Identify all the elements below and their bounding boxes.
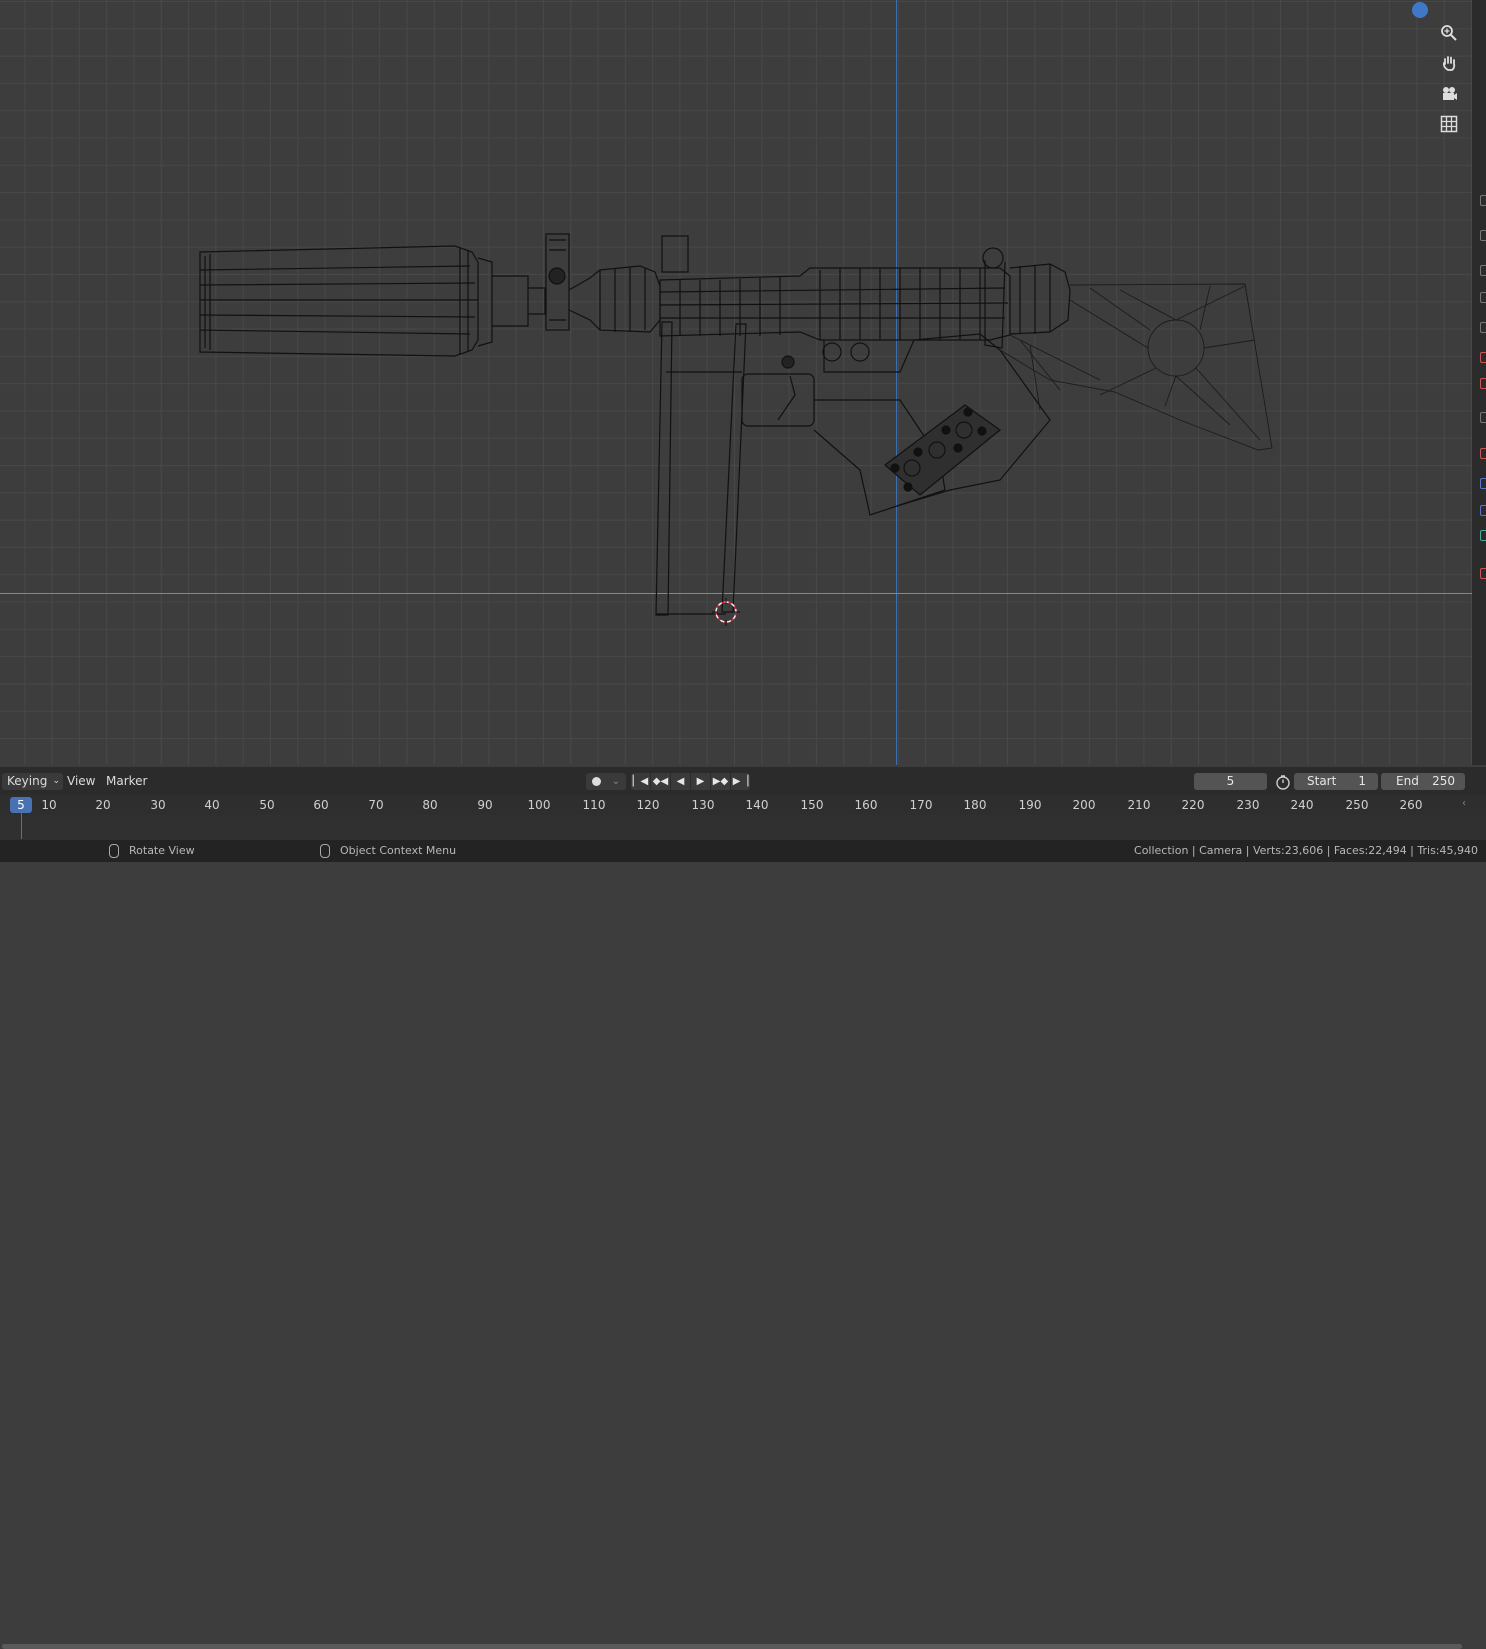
tick-label: 260	[1399, 798, 1423, 812]
marker-menu[interactable]: Marker	[101, 773, 152, 790]
tick-label: 160	[854, 798, 878, 812]
end-value: 250	[1432, 774, 1455, 788]
sidebar-tab[interactable]	[1480, 352, 1486, 363]
tick-label: 50	[259, 798, 275, 812]
sidebar-tab[interactable]	[1480, 230, 1486, 241]
end-label: End	[1396, 774, 1419, 788]
sidebar-tab[interactable]	[1480, 530, 1486, 541]
end-frame-field[interactable]: End 250	[1381, 773, 1465, 790]
context-menu-hint: Object Context Menu	[340, 844, 457, 857]
sidebar-tab[interactable]	[1480, 505, 1486, 516]
sidebar-tab[interactable]	[1480, 322, 1486, 333]
camera-icon[interactable]	[1437, 82, 1461, 106]
tick-label: 170	[909, 798, 933, 812]
tick-label: 120	[636, 798, 660, 812]
navigation-gizmo[interactable]	[1412, 2, 1428, 18]
tick-label: 200	[1072, 798, 1096, 812]
status-bar: Rotate View Object Context Menu Collecti…	[0, 840, 1486, 862]
status-hint-middle: Object Context Menu	[320, 844, 456, 858]
sidebar-tab[interactable]	[1480, 292, 1486, 303]
tick-label: 30	[150, 798, 166, 812]
tick-label: 230	[1236, 798, 1260, 812]
3d-viewport[interactable]	[0, 0, 1472, 765]
status-hint-left: Rotate View	[109, 844, 195, 858]
grid-icon[interactable]	[1437, 112, 1461, 136]
mouse-left-icon	[109, 844, 119, 858]
tick-label: 40	[204, 798, 220, 812]
tick-label: 210	[1127, 798, 1151, 812]
chevron-down-icon: ⌄	[52, 776, 60, 786]
tick-label: 180	[963, 798, 987, 812]
sidebar-tab[interactable]	[1480, 448, 1486, 459]
playhead-line[interactable]	[21, 813, 22, 839]
keyframe-track-area[interactable]	[0, 815, 1486, 1649]
next-keyframe-icon[interactable]: ▶◆	[711, 773, 730, 790]
tick-label: 190	[1018, 798, 1042, 812]
sidebar-tab[interactable]	[1480, 378, 1486, 389]
zoom-icon[interactable]	[1437, 21, 1461, 45]
keying-label: Keying	[7, 774, 48, 788]
tick-label: 250	[1345, 798, 1369, 812]
sidebar-tab[interactable]	[1480, 412, 1486, 423]
tick-label: 240	[1290, 798, 1314, 812]
start-value: 1	[1358, 774, 1366, 788]
timeline-header: Keying ⌄ View Marker ⌄ ▏◀ ◆◀ ◀ ▶ ▶◆ ▶▕ 5…	[0, 767, 1486, 795]
stopwatch-icon[interactable]	[1275, 774, 1291, 793]
tick-label: 110	[582, 798, 606, 812]
mouse-right-icon	[320, 844, 330, 858]
tick-label: 20	[95, 798, 111, 812]
tick-label: 130	[691, 798, 715, 812]
play-icon[interactable]: ▶	[691, 773, 710, 790]
tick-label: 70	[368, 798, 384, 812]
frame-ruler[interactable]: 10 20 30 40 50 60 70 80 90 100 110 120 1…	[0, 795, 1486, 815]
tick-label: 220	[1181, 798, 1205, 812]
tick-label: 90	[477, 798, 493, 812]
sidebar-tab[interactable]	[1480, 568, 1486, 579]
hand-icon[interactable]	[1437, 51, 1461, 75]
record-icon[interactable]	[586, 773, 606, 790]
tick-label: 150	[800, 798, 824, 812]
jump-end-icon[interactable]: ▶▕	[731, 773, 750, 790]
wireframe-model[interactable]	[0, 0, 1472, 765]
timeline-scrollbar[interactable]	[2, 1644, 1462, 1649]
properties-sidebar-edge[interactable]	[1472, 0, 1486, 765]
scene-statistics: Collection | Camera | Verts:23,606 | Fac…	[1134, 844, 1478, 857]
play-reverse-icon[interactable]: ◀	[671, 773, 690, 790]
chevron-down-icon[interactable]: ⌄	[606, 773, 626, 790]
start-frame-field[interactable]: Start 1	[1294, 773, 1378, 790]
view-menu[interactable]: View	[62, 773, 100, 790]
start-label: Start	[1307, 774, 1337, 788]
keying-menu[interactable]: Keying ⌄	[2, 773, 63, 790]
jump-start-icon[interactable]: ▏◀	[631, 773, 650, 790]
tick-label: 140	[745, 798, 769, 812]
sidebar-tab[interactable]	[1480, 195, 1486, 206]
tick-label: 100	[527, 798, 551, 812]
rotate-view-hint: Rotate View	[129, 844, 195, 857]
sidebar-tab[interactable]	[1480, 478, 1486, 489]
sidebar-tab[interactable]	[1480, 265, 1486, 276]
prev-keyframe-icon[interactable]: ◆◀	[651, 773, 670, 790]
tick-label: 60	[313, 798, 329, 812]
tick-label: 10	[41, 798, 57, 812]
tick-label: 80	[422, 798, 438, 812]
current-frame-field[interactable]: 5	[1194, 773, 1267, 790]
chevron-left-icon[interactable]: ‹	[1462, 798, 1466, 809]
playhead-frame-badge[interactable]: 5	[10, 797, 32, 813]
